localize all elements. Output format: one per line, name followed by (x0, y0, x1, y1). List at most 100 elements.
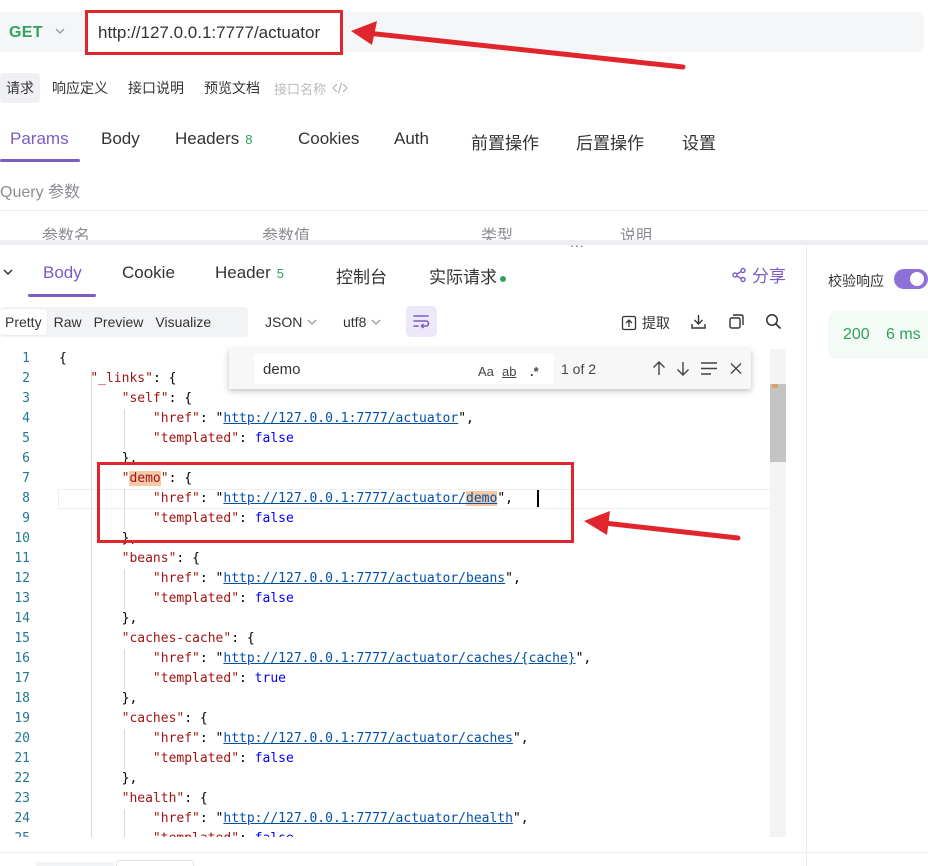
active-tab-indicator (28, 294, 96, 297)
tab-post-operations[interactable]: 后置操作 (576, 129, 644, 154)
wrap-icon (413, 315, 430, 329)
tab-settings[interactable]: 设置 (682, 129, 716, 154)
doc-tab-api-description[interactable]: 接口说明 (120, 73, 192, 103)
response-tabs: Body Cookie Header 5 控制台 实际请求 分享 (0, 252, 800, 297)
tab-actual-request[interactable]: 实际请求 (429, 263, 506, 288)
tab-cookies[interactable]: Cookies (298, 129, 359, 149)
tab-headers[interactable]: Headers 8 (175, 129, 253, 149)
line-number: 12 (14, 571, 30, 586)
code-text: }, (121, 611, 138, 626)
code-text: "href": "http://127.0.0.1:7777/actuator/… (152, 651, 592, 666)
encoding-select[interactable]: utf8 (343, 314, 381, 330)
code-line[interactable]: 22 }, (0, 769, 770, 789)
doc-tab-response-definition[interactable]: 响应定义 (44, 73, 116, 103)
code-line[interactable]: 4 "href": "http://127.0.0.1:7777/actuato… (0, 409, 770, 429)
tab-response-header[interactable]: Header 5 (215, 263, 284, 283)
close-icon[interactable] (729, 360, 743, 377)
line-number: 16 (14, 651, 30, 666)
line-number: 11 (14, 551, 30, 566)
code-line[interactable]: 14 }, (0, 609, 770, 629)
code-line[interactable]: 3 "self": { (0, 389, 770, 409)
code-text: "demo": { (121, 471, 193, 486)
whole-word-toggle[interactable]: ab (502, 364, 516, 379)
format-preview-button[interactable]: Preview (89, 309, 149, 335)
doc-tab-preview-doc[interactable]: 预览文档 (196, 73, 268, 103)
code-line[interactable]: 21 "templated": false (0, 749, 770, 769)
code-line[interactable]: 25 "templated": false (0, 829, 770, 837)
chevron-down-icon[interactable] (2, 266, 14, 278)
panel-splitter[interactable] (0, 240, 928, 245)
line-number: 14 (14, 611, 30, 626)
resize-handle-icon[interactable]: ... (570, 234, 585, 250)
code-line[interactable]: 5 "templated": false (0, 429, 770, 449)
code-line[interactable]: 20 "href": "http://127.0.0.1:7777/actuat… (0, 729, 770, 749)
share-icon (732, 267, 746, 282)
response-editor[interactable]: 1{2 "_links": {3 "self": {4 "href": "htt… (0, 349, 786, 837)
line-number: 15 (14, 631, 30, 646)
code-text: "templated": true (152, 671, 286, 686)
doc-tab-request[interactable]: 请求 (0, 73, 40, 103)
format-raw-button[interactable]: Raw (49, 309, 87, 335)
bottom-tab[interactable] (36, 862, 114, 866)
validate-response-toggle[interactable] (894, 269, 928, 289)
divider (0, 852, 928, 853)
find-input[interactable]: demo Aa ab .* (254, 354, 554, 384)
line-number: 7 (22, 471, 30, 486)
tab-pre-operations[interactable]: 前置操作 (471, 129, 539, 154)
response-time: 6 ms (886, 326, 921, 343)
response-status-card: 200 6 ms (828, 311, 928, 359)
tab-auth[interactable]: Auth (394, 129, 429, 149)
code-line[interactable]: 23 "health": { (0, 789, 770, 809)
code-line[interactable]: 18 }, (0, 689, 770, 709)
search-icon[interactable] (765, 313, 782, 330)
code-text: "href": "http://127.0.0.1:7777/actuator/… (152, 491, 513, 506)
code-line[interactable]: 19 "caches": { (0, 709, 770, 729)
encoding-value: utf8 (343, 314, 367, 330)
query-params-label: Query 参数 (0, 184, 81, 201)
code-line[interactable]: 13 "templated": false (0, 589, 770, 609)
extract-icon (621, 315, 637, 331)
arrow-down-icon[interactable] (675, 360, 691, 377)
share-button[interactable]: 分享 (731, 262, 786, 287)
tab-body[interactable]: Body (101, 129, 140, 149)
find-in-selection-icon[interactable] (700, 360, 718, 377)
tab-response-cookie[interactable]: Cookie (122, 263, 175, 283)
word-wrap-button[interactable] (406, 306, 437, 337)
url-input[interactable]: http://127.0.0.1:7777/actuator (85, 10, 343, 55)
headers-count-badge: 8 (245, 132, 253, 147)
method-select[interactable]: GET (9, 24, 43, 42)
download-icon[interactable] (690, 313, 707, 330)
content-type-value: JSON (265, 314, 303, 330)
code-line[interactable]: 7 "demo": { (0, 469, 770, 489)
divider (806, 245, 807, 866)
copy-icon[interactable] (728, 313, 745, 330)
chevron-down-icon (371, 319, 381, 325)
tab-console[interactable]: 控制台 (336, 263, 387, 288)
extract-button[interactable]: 提取 (621, 313, 670, 333)
line-number: 13 (14, 591, 30, 606)
url-text[interactable]: http://127.0.0.1:7777/actuator (98, 23, 320, 43)
code-line[interactable]: 16 "href": "http://127.0.0.1:7777/actuat… (0, 649, 770, 669)
code-line[interactable]: 12 "href": "http://127.0.0.1:7777/actuat… (0, 569, 770, 589)
chevron-down-icon[interactable] (54, 25, 66, 37)
format-pretty-button[interactable]: Pretty (0, 309, 47, 335)
scrollbar-thumb[interactable] (770, 384, 786, 462)
code-line[interactable]: 6 }, (0, 449, 770, 469)
code-line[interactable]: 24 "href": "http://127.0.0.1:7777/actuat… (0, 809, 770, 829)
line-number: 3 (22, 391, 30, 406)
api-name-input[interactable]: 接口名称 (274, 79, 326, 98)
match-case-toggle[interactable]: Aa (478, 364, 494, 379)
code-line[interactable]: 15 "caches-cache": { (0, 629, 770, 649)
code-line[interactable]: 11 "beans": { (0, 549, 770, 569)
validate-response-label: 校验响应 (828, 273, 884, 289)
format-visualize-button[interactable]: Visualize (150, 309, 216, 335)
arrow-up-icon[interactable] (651, 360, 667, 377)
tab-response-body[interactable]: Body (43, 263, 82, 283)
bottom-tab[interactable] (116, 860, 194, 866)
code-line[interactable]: 17 "templated": true (0, 669, 770, 689)
regex-toggle[interactable]: .* (530, 364, 539, 379)
code-icon[interactable] (332, 81, 348, 95)
tab-params[interactable]: Params (10, 129, 69, 149)
code-text: "href": "http://127.0.0.1:7777/actuator/… (152, 571, 521, 586)
content-type-select[interactable]: JSON (265, 314, 317, 330)
